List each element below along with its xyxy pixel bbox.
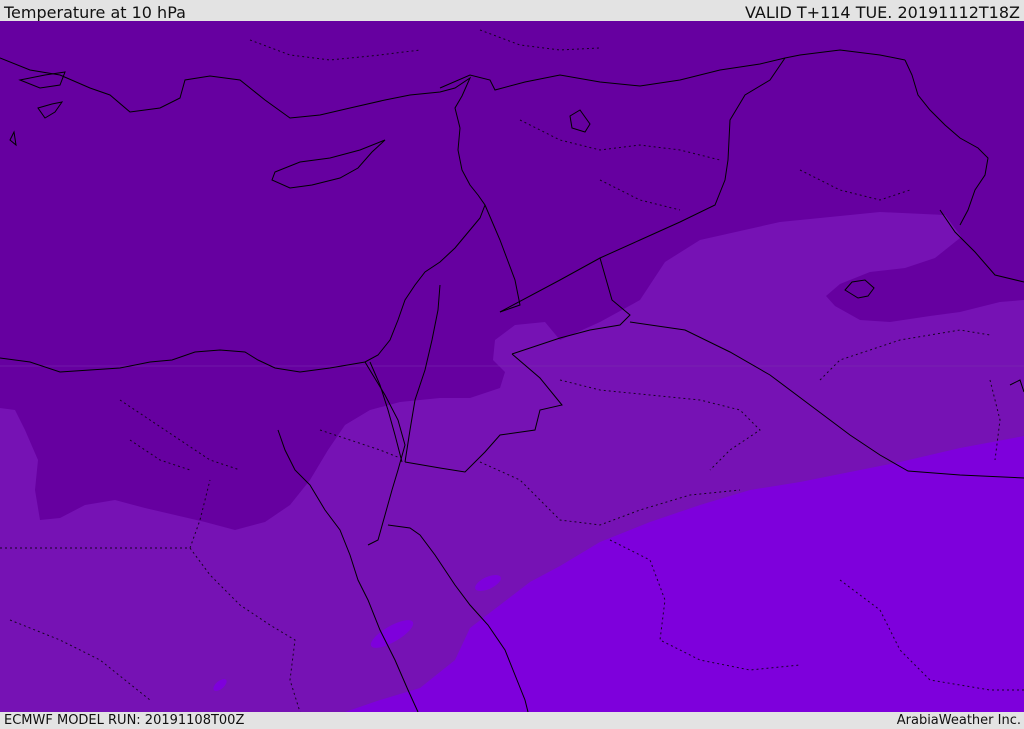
footer-bar: ECMWF MODEL RUN: 20191108T00Z ArabiaWeat… (0, 712, 1024, 729)
header-bar: Temperature at 10 hPa VALID T+114 TUE. 2… (0, 0, 1024, 22)
map-title: Temperature at 10 hPa (4, 3, 186, 22)
model-run-label: ECMWF MODEL RUN: 20191108T00Z (4, 713, 245, 728)
credit-label: ArabiaWeather Inc. (896, 713, 1021, 728)
valid-time-label: VALID T+114 TUE. 20191112T18Z (744, 3, 1020, 22)
temperature-map[interactable] (0, 21, 1024, 712)
